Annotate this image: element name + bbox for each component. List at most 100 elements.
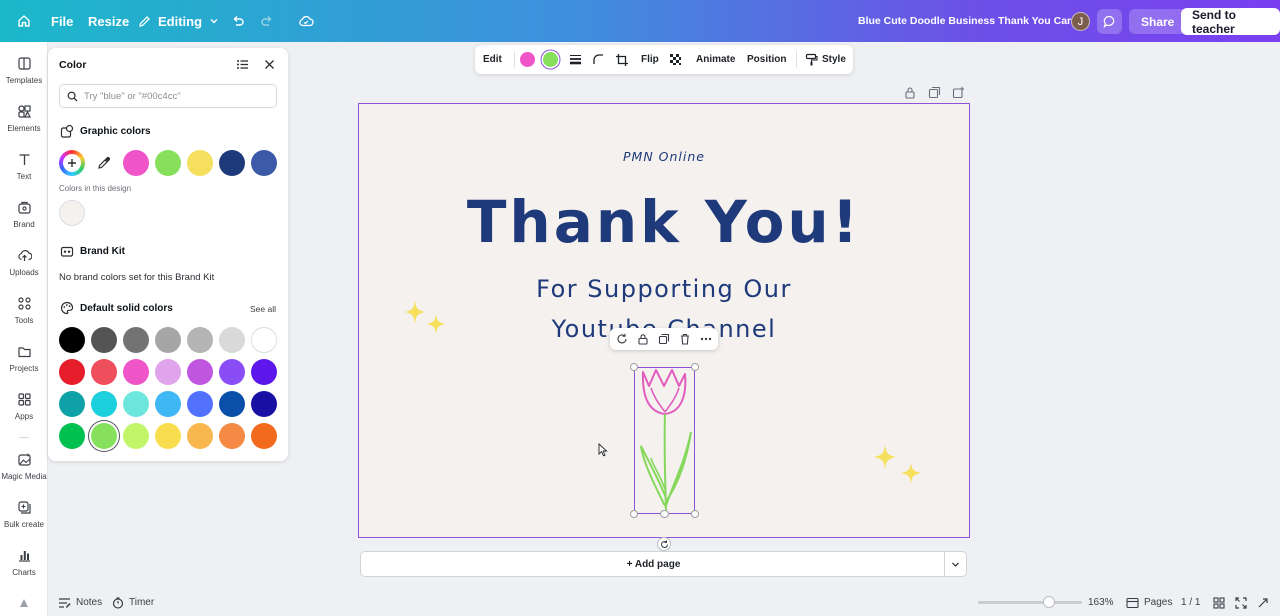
rail-brand[interactable]: Brand xyxy=(0,200,48,229)
color-swatch[interactable] xyxy=(251,327,277,353)
brand-name-text[interactable]: PMN Online xyxy=(359,149,969,164)
comment-icon[interactable] xyxy=(1097,9,1122,34)
edit-button[interactable]: Edit xyxy=(483,45,502,74)
color-1-swatch[interactable] xyxy=(520,52,535,67)
color-swatch[interactable] xyxy=(91,423,117,449)
animate-button[interactable]: Animate xyxy=(696,45,735,74)
color-swatch[interactable] xyxy=(91,327,117,353)
color-swatch[interactable] xyxy=(123,423,149,449)
resize-handle[interactable] xyxy=(660,510,669,518)
color-swatch[interactable] xyxy=(123,391,149,417)
color-swatch[interactable] xyxy=(251,150,277,176)
style-button[interactable]: Style xyxy=(805,45,846,74)
color-swatch[interactable] xyxy=(59,391,85,417)
cloud-save-icon[interactable] xyxy=(298,0,314,42)
add-page-icon[interactable] xyxy=(952,86,965,100)
zoom-slider[interactable] xyxy=(978,596,1082,608)
border-weight-icon[interactable] xyxy=(569,45,582,74)
color-swatch[interactable] xyxy=(155,391,181,417)
color-swatch[interactable] xyxy=(155,150,181,176)
color-swatch[interactable] xyxy=(59,200,85,226)
color-2-swatch[interactable] xyxy=(543,52,558,67)
position-button[interactable]: Position xyxy=(747,45,786,74)
color-swatch[interactable] xyxy=(123,150,149,176)
color-swatch[interactable] xyxy=(59,327,85,353)
duplicate-page-icon[interactable] xyxy=(928,86,941,100)
resize-handle[interactable] xyxy=(630,363,638,371)
headline-text[interactable]: Thank You! xyxy=(359,188,969,256)
rail-bulk-create[interactable]: Bulk create xyxy=(0,500,48,529)
help-icon[interactable] xyxy=(1257,589,1269,616)
color-swatch[interactable] xyxy=(123,359,149,385)
eyedropper-icon[interactable] xyxy=(96,155,112,176)
undo-icon[interactable] xyxy=(231,0,245,42)
flip-button[interactable]: Flip xyxy=(641,45,659,74)
color-swatch[interactable] xyxy=(59,423,85,449)
rail-uploads[interactable]: Uploads xyxy=(0,248,48,277)
rail-magic-media[interactable]: Magic Media xyxy=(0,452,48,481)
color-swatch[interactable] xyxy=(91,391,117,417)
color-swatch[interactable] xyxy=(155,423,181,449)
resize-button[interactable]: Resize xyxy=(88,0,129,42)
regenerate-icon[interactable] xyxy=(616,333,628,345)
color-swatch[interactable] xyxy=(91,359,117,385)
resize-handle[interactable] xyxy=(630,510,638,518)
selection-outline[interactable] xyxy=(634,367,695,514)
resize-handle[interactable] xyxy=(691,510,699,518)
color-swatch[interactable] xyxy=(187,150,213,176)
color-swatch[interactable] xyxy=(251,423,277,449)
redo-icon[interactable] xyxy=(260,0,274,42)
notes-button[interactable]: Notes xyxy=(58,589,102,616)
color-swatch[interactable] xyxy=(155,359,181,385)
see-all-link[interactable]: See all xyxy=(250,304,276,314)
sparkle-decoration-right[interactable] xyxy=(871,444,927,494)
color-swatch[interactable] xyxy=(187,327,213,353)
file-menu[interactable]: File xyxy=(51,0,73,42)
lock-page-icon[interactable] xyxy=(904,86,916,100)
color-swatch[interactable] xyxy=(155,327,181,353)
color-swatch[interactable] xyxy=(251,359,277,385)
color-swatch[interactable] xyxy=(187,359,213,385)
corner-rounding-icon[interactable] xyxy=(592,45,605,74)
collapse-rail-icon[interactable] xyxy=(18,589,30,616)
color-swatch[interactable] xyxy=(187,391,213,417)
color-swatch[interactable] xyxy=(219,359,245,385)
add-color-button[interactable] xyxy=(59,150,85,176)
grid-view-icon[interactable] xyxy=(1213,589,1225,616)
rail-charts[interactable]: Charts xyxy=(0,548,48,577)
home-icon[interactable] xyxy=(17,0,31,42)
crop-icon[interactable] xyxy=(615,45,629,74)
color-swatch[interactable] xyxy=(219,391,245,417)
transparency-icon[interactable] xyxy=(669,45,682,74)
zoom-level[interactable]: 163% xyxy=(1088,589,1114,616)
color-swatch[interactable] xyxy=(59,359,85,385)
rail-apps[interactable]: Apps xyxy=(0,392,48,421)
lock-icon[interactable] xyxy=(637,333,649,345)
color-swatch[interactable] xyxy=(251,391,277,417)
rail-templates[interactable]: Templates xyxy=(0,56,48,85)
rail-tools[interactable]: Tools xyxy=(0,296,48,325)
fullscreen-icon[interactable] xyxy=(1235,589,1247,616)
subheadline-line-1[interactable]: For Supporting Our xyxy=(359,275,969,303)
color-swatch[interactable] xyxy=(219,423,245,449)
color-swatch[interactable] xyxy=(219,150,245,176)
page-options-dropdown[interactable] xyxy=(944,552,966,576)
rail-text[interactable]: Text xyxy=(0,152,48,181)
share-button[interactable]: Share xyxy=(1129,9,1187,34)
rail-projects[interactable]: Projects xyxy=(0,344,48,373)
trash-icon[interactable] xyxy=(679,333,691,345)
color-swatch[interactable] xyxy=(187,423,213,449)
resize-handle[interactable] xyxy=(691,363,699,371)
add-page-button[interactable]: + Add page xyxy=(361,552,946,576)
timer-button[interactable]: Timer xyxy=(112,589,154,616)
zoom-slider-knob[interactable] xyxy=(1042,596,1055,608)
close-icon[interactable] xyxy=(263,58,276,76)
rail-elements[interactable]: Elements xyxy=(0,104,48,133)
color-search-input[interactable]: Try "blue" or "#00c4cc" xyxy=(59,84,277,108)
editing-mode-dropdown[interactable]: Editing xyxy=(138,0,219,42)
sparkle-decoration-left[interactable] xyxy=(403,300,451,342)
more-options-icon[interactable] xyxy=(700,333,712,345)
color-swatch[interactable] xyxy=(123,327,149,353)
send-to-teacher-button[interactable]: Send to teacher xyxy=(1181,8,1280,36)
pages-button[interactable]: Pages xyxy=(1126,589,1172,616)
